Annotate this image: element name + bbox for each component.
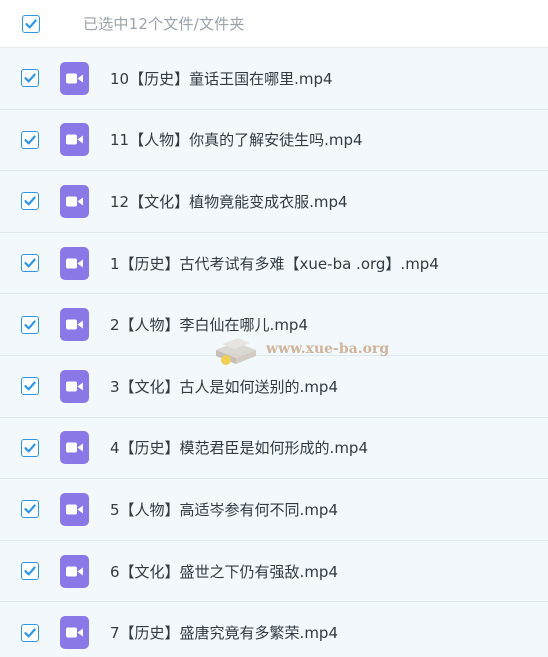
file-checkbox[interactable]	[21, 562, 39, 581]
video-icon	[60, 61, 89, 95]
file-checkbox[interactable]	[21, 69, 39, 88]
checkmark-icon	[24, 258, 36, 268]
video-icon	[60, 246, 89, 280]
file-row[interactable]: 11【人物】你真的了解安徒生吗.mp4	[0, 109, 548, 172]
video-icon	[60, 184, 89, 218]
video-icon	[60, 369, 89, 403]
file-list: 10【历史】童话王国在哪里.mp4 11【人物】你真的了解安徒生吗.mp4 12【文…	[0, 48, 548, 657]
file-row[interactable]: 10【历史】童话王国在哪里.mp4	[0, 48, 548, 110]
checkmark-icon	[24, 135, 36, 145]
video-icon	[60, 492, 89, 526]
file-selection-panel: 已选中12个文件/文件夹 10【历史】童话王国在哪里.mp4 11【人物】你真的了…	[0, 0, 548, 657]
select-all-checkbox[interactable]	[22, 14, 40, 33]
file-name: 3【文化】古人是如何送别的.mp4	[110, 377, 338, 396]
file-row[interactable]: 3【文化】古人是如何送别的.mp4	[0, 355, 548, 418]
checkmark-icon	[24, 73, 36, 83]
video-icon	[60, 308, 89, 342]
checkmark-icon	[24, 196, 36, 206]
file-checkbox[interactable]	[21, 623, 39, 642]
file-name: 11【人物】你真的了解安徒生吗.mp4	[110, 131, 363, 150]
selection-header: 已选中12个文件/文件夹	[0, 0, 548, 48]
file-checkbox[interactable]	[21, 377, 39, 396]
checkmark-icon	[24, 320, 36, 330]
file-name: 1【历史】古代考试有多难【xue-ba .org】.mp4	[110, 254, 439, 273]
file-checkbox[interactable]	[21, 130, 39, 149]
file-row[interactable]: 12【文化】植物竟能变成衣服.mp4	[0, 171, 548, 233]
video-icon	[60, 616, 89, 650]
file-checkbox[interactable]	[21, 192, 39, 211]
video-icon	[60, 554, 89, 588]
file-name: 5【人物】高适岑参有何不同.mp4	[110, 500, 338, 519]
file-checkbox[interactable]	[21, 315, 39, 334]
file-name: 12【文化】植物竟能变成衣服.mp4	[110, 192, 348, 211]
checkmark-icon	[24, 443, 36, 453]
file-row[interactable]: 6【文化】盛世之下仍有强敌.mp4	[0, 540, 548, 603]
file-row[interactable]: 1【历史】古代考试有多难【xue-ba .org】.mp4	[0, 232, 548, 295]
file-row[interactable]: 7【历史】盛唐究竟有多繁荣.mp4	[0, 602, 548, 657]
checkmark-icon	[24, 628, 36, 638]
file-name: 2【人物】李白仙在哪儿.mp4	[110, 316, 308, 335]
file-row[interactable]: 2【人物】李白仙在哪儿.mp4	[0, 294, 548, 356]
file-checkbox[interactable]	[21, 254, 39, 273]
checkmark-icon	[24, 566, 36, 576]
checkmark-icon	[24, 381, 36, 391]
file-row[interactable]: 5【人物】高适岑参有何不同.mp4	[0, 479, 548, 541]
checkmark-icon	[25, 19, 37, 28]
file-name: 10【历史】童话王国在哪里.mp4	[110, 69, 333, 88]
video-icon	[60, 431, 89, 465]
file-name: 7【历史】盛唐究竟有多繁荣.mp4	[110, 624, 338, 643]
file-name: 6【文化】盛世之下仍有强敌.mp4	[110, 562, 338, 581]
file-name: 4【历史】模范君臣是如何形成的.mp4	[110, 439, 368, 458]
video-icon	[60, 123, 89, 157]
selection-count-text: 已选中12个文件/文件夹	[83, 15, 245, 33]
file-row[interactable]: 4【历史】模范君臣是如何形成的.mp4	[0, 417, 548, 480]
checkmark-icon	[24, 504, 36, 514]
file-checkbox[interactable]	[21, 500, 39, 519]
file-checkbox[interactable]	[21, 438, 39, 457]
